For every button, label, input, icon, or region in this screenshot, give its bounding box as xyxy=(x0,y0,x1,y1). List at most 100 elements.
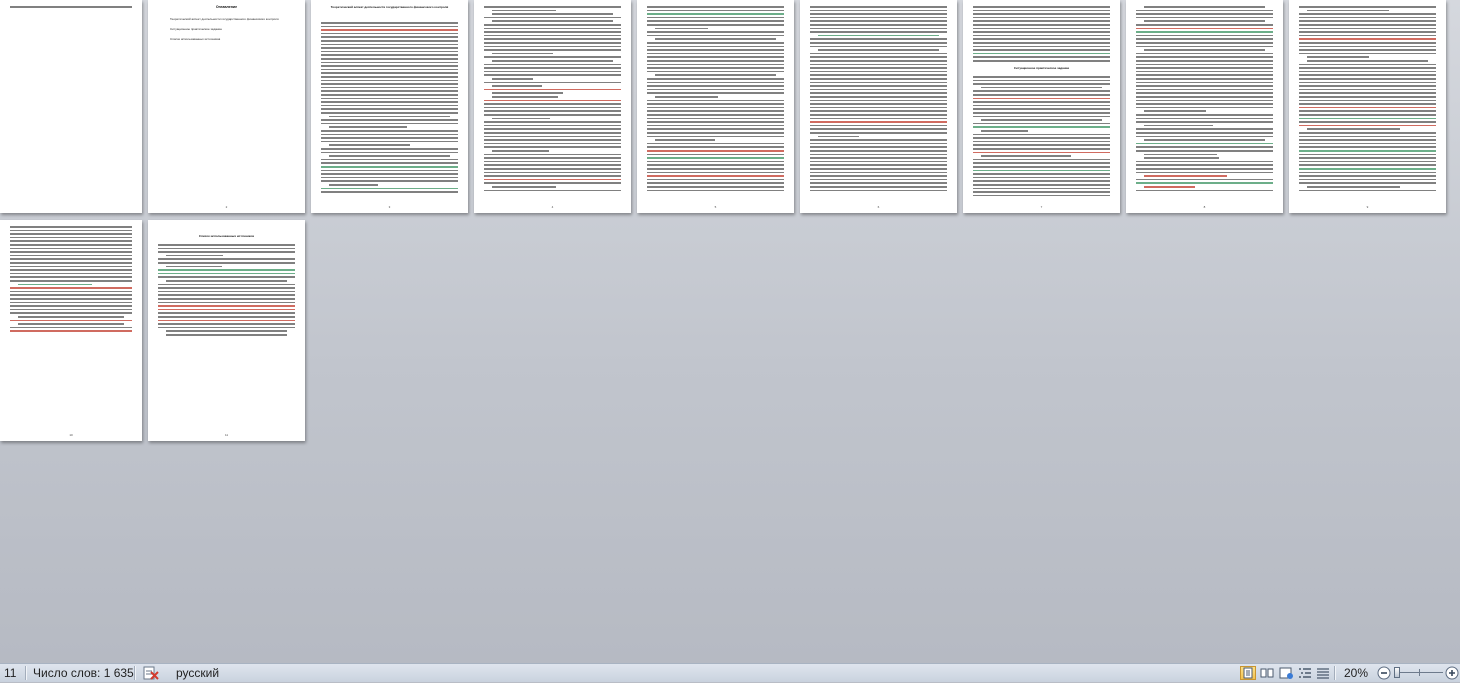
text-line xyxy=(647,175,784,177)
page-number: 7 xyxy=(1040,205,1043,209)
text-line xyxy=(1299,168,1436,170)
zoom-slider-thumb[interactable] xyxy=(1394,667,1400,678)
zoom-in-button[interactable] xyxy=(1445,664,1459,682)
text-line xyxy=(973,20,1110,22)
text-line xyxy=(1299,31,1436,33)
page-7[interactable]: Ситуационное практическое задание 7 xyxy=(963,0,1120,213)
zoom-slider[interactable] xyxy=(1394,664,1443,682)
text-line xyxy=(492,150,550,152)
text-line xyxy=(1136,74,1273,76)
text-line xyxy=(1299,182,1436,184)
text-line xyxy=(166,280,287,282)
zoom-level[interactable]: 20% xyxy=(1341,664,1371,682)
text-line xyxy=(1136,9,1273,12)
document-canvas[interactable]: Оглавление Теоретический аспект деятельн… xyxy=(0,0,1460,663)
text-line xyxy=(158,312,295,314)
text-line xyxy=(647,114,784,116)
full-screen-reading-view-button[interactable] xyxy=(1259,666,1275,680)
text-line xyxy=(321,25,458,28)
text-line xyxy=(1136,27,1273,30)
page-indicator[interactable]: 11 xyxy=(4,664,16,682)
text-line xyxy=(321,122,458,125)
text-line xyxy=(810,74,947,76)
word-count[interactable]: Число слов: 1 635 xyxy=(33,664,134,682)
page-9[interactable]: 9 xyxy=(1289,0,1446,213)
text-line xyxy=(810,164,947,166)
toc-entry-3[interactable]: Список использованных источников xyxy=(170,37,297,41)
text-line xyxy=(647,164,784,166)
text-line xyxy=(973,16,1110,19)
page-6[interactable]: 6 xyxy=(800,0,957,213)
text-line xyxy=(321,43,458,46)
text-line xyxy=(1144,175,1228,177)
text-line xyxy=(810,92,947,94)
text-line xyxy=(1299,78,1436,80)
draft-view-button[interactable] xyxy=(1315,666,1331,680)
text-line xyxy=(1299,153,1436,156)
text-line xyxy=(10,229,132,232)
text-line xyxy=(973,162,1110,164)
text-line xyxy=(1136,70,1273,73)
page-text xyxy=(158,220,295,427)
text-line xyxy=(492,13,613,15)
text-line xyxy=(10,233,132,235)
text-line xyxy=(329,144,410,146)
text-line xyxy=(321,151,458,154)
text-line xyxy=(1299,103,1436,105)
text-line xyxy=(1136,135,1273,138)
page-1[interactable] xyxy=(0,0,142,213)
text-line xyxy=(981,119,1102,121)
text-line xyxy=(818,49,939,51)
web-layout-view-button[interactable] xyxy=(1278,666,1294,680)
text-line xyxy=(647,124,784,127)
text-line xyxy=(321,140,458,143)
page-5[interactable]: 5 xyxy=(637,0,794,213)
text-line xyxy=(973,115,1110,118)
text-line xyxy=(321,169,458,172)
page-10[interactable]: 10 xyxy=(0,220,142,441)
toc-entry-2[interactable]: Ситуационное практическое задание xyxy=(170,27,297,31)
text-line xyxy=(973,31,1110,33)
text-line xyxy=(329,115,450,118)
text-line xyxy=(810,106,947,109)
text-line xyxy=(321,101,458,103)
text-line xyxy=(1136,117,1273,120)
text-line xyxy=(321,119,458,121)
zoom-out-button[interactable] xyxy=(1377,664,1391,682)
text-line xyxy=(647,52,784,55)
text-line xyxy=(810,142,947,145)
text-line xyxy=(1299,157,1436,159)
text-line xyxy=(1299,171,1436,174)
text-line xyxy=(484,168,621,170)
text-line xyxy=(158,326,295,329)
reading-view-icon xyxy=(1260,668,1274,678)
text-line xyxy=(647,92,784,94)
text-line xyxy=(647,85,784,87)
page-8[interactable]: 8 xyxy=(1126,0,1283,213)
page-2-table-of-contents[interactable]: Оглавление Теоретический аспект деятельн… xyxy=(148,0,305,213)
print-layout-view-button[interactable] xyxy=(1240,666,1256,680)
text-line xyxy=(321,29,458,31)
text-line xyxy=(1136,178,1273,181)
text-line xyxy=(973,126,1110,128)
text-line xyxy=(492,186,557,188)
text-line xyxy=(158,323,295,325)
text-line xyxy=(321,94,458,96)
spellcheck-error-icon[interactable] xyxy=(142,664,162,682)
toc-entry-1[interactable]: Теоретический аспект деятельности госуда… xyxy=(170,17,297,21)
page-text xyxy=(810,0,947,199)
text-line xyxy=(1136,171,1273,174)
text-line xyxy=(810,157,947,159)
text-line xyxy=(1136,182,1273,184)
text-line xyxy=(647,171,784,174)
page-3[interactable]: Теоретический аспект деятельности госуда… xyxy=(311,0,468,213)
text-line xyxy=(321,86,458,89)
page-4[interactable]: 4 xyxy=(474,0,631,213)
language-indicator[interactable]: русский xyxy=(176,664,219,682)
outline-view-button[interactable] xyxy=(1297,666,1313,680)
text-line xyxy=(321,187,458,190)
page-11-references[interactable]: Список использованных источников 11 xyxy=(148,220,305,441)
text-line xyxy=(973,94,1110,96)
text-line xyxy=(810,110,947,112)
text-line xyxy=(484,128,621,130)
